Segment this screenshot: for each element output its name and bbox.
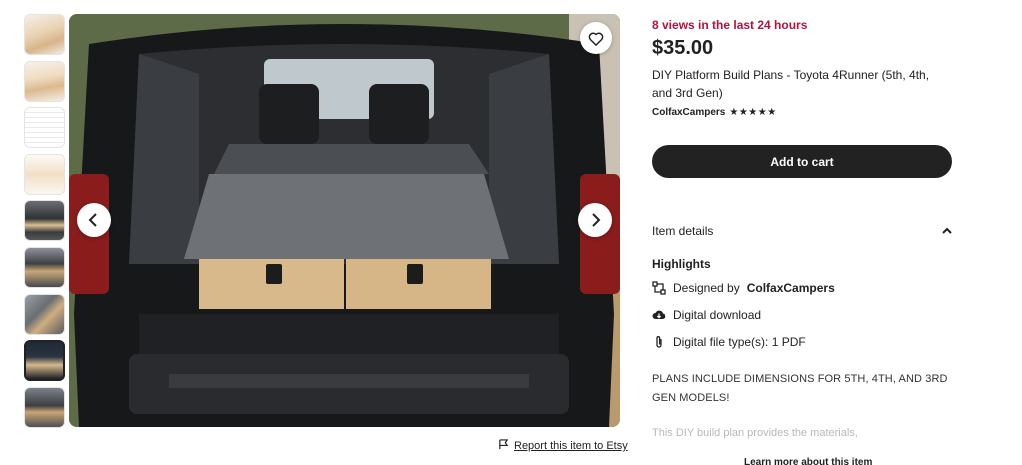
heart-icon	[588, 31, 604, 46]
listing-title: DIY Platform Build Plans - Toyota 4Runne…	[652, 68, 930, 100]
learn-more-button[interactable]: Learn more about this item	[744, 457, 872, 465]
thumbnail-6[interactable]	[24, 246, 65, 288]
report-item-link[interactable]: Report this item to Etsy	[498, 439, 628, 453]
thumbnail-9[interactable]	[24, 386, 65, 428]
highlight-file-types: Digital file type(s): 1 PDF	[652, 335, 806, 349]
rating-stars: ★★★★★	[729, 107, 777, 118]
designed-by-prefix: Designed by	[673, 281, 740, 295]
add-to-cart-button[interactable]: Add to cart	[652, 145, 952, 178]
highlights-heading: Highlights	[652, 257, 711, 271]
views-notice: 8 views in the last 24 hours	[652, 18, 808, 32]
description-faded-text: This DIY build plan provides the materia…	[652, 427, 858, 439]
cloud-download-icon	[652, 308, 666, 322]
designer-icon	[652, 281, 666, 295]
highlight-digital-download: Digital download	[652, 308, 761, 322]
chevron-right-icon	[589, 213, 601, 227]
designed-by-shop-link[interactable]: ColfaxCampers	[747, 281, 835, 295]
thumbnail-7[interactable]	[24, 293, 65, 335]
main-product-image	[69, 14, 620, 427]
chevron-up-icon	[942, 224, 952, 238]
thumbnail-3[interactable]	[24, 107, 65, 149]
flag-icon	[498, 439, 509, 453]
paperclip-icon	[652, 335, 666, 349]
item-details-label: Item details	[652, 224, 714, 238]
thumbnail-1[interactable]	[24, 14, 65, 55]
favorite-button[interactable]	[580, 22, 612, 54]
previous-image-button[interactable]	[77, 203, 111, 237]
shop-name-link[interactable]: ColfaxCampers	[652, 107, 725, 118]
item-details-toggle[interactable]: Item details	[652, 224, 952, 238]
thumbnail-5[interactable]	[24, 200, 65, 242]
next-image-button[interactable]	[578, 203, 612, 237]
thumbnail-list	[24, 14, 66, 433]
thumbnail-4[interactable]	[24, 153, 65, 195]
digital-download-label: Digital download	[673, 308, 762, 322]
price: $35.00	[652, 37, 714, 59]
thumbnail-2[interactable]	[24, 60, 65, 102]
vehicle-cargo-photo	[69, 14, 620, 427]
highlight-designed-by: Designed by ColfaxCampers	[652, 281, 835, 295]
file-types-label: Digital file type(s): 1 PDF	[673, 335, 806, 349]
report-item-label: Report this item to Etsy	[514, 440, 628, 452]
chevron-left-icon	[88, 213, 100, 227]
shop-info: ColfaxCampers ★★★★★	[652, 107, 777, 118]
thumbnail-8-selected[interactable]	[24, 340, 65, 382]
description-text: PLANS INCLUDE DIMENSIONS FOR 5TH, 4TH, A…	[652, 373, 948, 404]
